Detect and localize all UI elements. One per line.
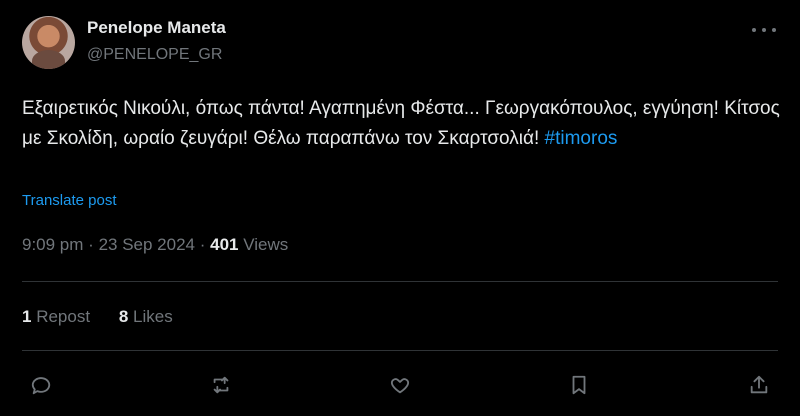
repost-icon-graphic: [213, 376, 229, 394]
more-dot: [762, 28, 766, 32]
reply-icon[interactable]: [26, 370, 56, 400]
reposts-label: Repost: [36, 307, 91, 326]
reply-icon-graphic: [31, 377, 51, 395]
user-handle[interactable]: @PENELOPE_GR: [87, 46, 222, 64]
likes-stat[interactable]: 8 Likes: [119, 307, 173, 327]
display-name[interactable]: Penelope Maneta: [87, 18, 226, 38]
post-date[interactable]: 23 Sep 2024: [99, 235, 195, 254]
more-options-icon[interactable]: [752, 22, 776, 38]
reposts-count: 1: [22, 307, 32, 326]
hashtag-link[interactable]: #timoros: [545, 128, 618, 149]
post-meta: 9:09 pm · 23 Sep 2024 · 401 Views: [22, 235, 288, 255]
bookmark-icon-graphic: [572, 375, 586, 395]
repost-icon[interactable]: [206, 370, 236, 400]
divider: [22, 281, 778, 282]
like-icon-graphic: [390, 378, 410, 394]
reposts-stat[interactable]: 1 Repost: [22, 307, 90, 327]
likes-count: 8: [118, 307, 129, 326]
like-icon[interactable]: [385, 370, 415, 400]
post-stats: 1 Repost 8 Likes: [22, 307, 197, 327]
post-body: Εξαιρετικός Νικούλι, όπως πάντα! Αγαπημέ…: [22, 98, 780, 149]
divider: [22, 350, 778, 351]
post-time[interactable]: 9:09 pm: [22, 235, 83, 254]
more-dot: [752, 28, 756, 32]
translate-post-link[interactable]: Translate post: [22, 192, 117, 209]
views-label: Views: [243, 235, 289, 254]
action-bar: [0, 370, 800, 400]
share-icon-graphic: [750, 375, 768, 394]
more-dot: [772, 28, 776, 32]
meta-separator: ·: [88, 235, 94, 254]
meta-separator: ·: [199, 235, 206, 254]
share-icon[interactable]: [744, 370, 774, 400]
post-text: Εξαιρετικός Νικούλι, όπως πάντα! Αγαπημέ…: [22, 94, 782, 154]
avatar[interactable]: [22, 16, 75, 69]
views-count: 401: [210, 235, 239, 254]
likes-label: Likes: [133, 307, 173, 326]
bookmark-icon[interactable]: [564, 370, 594, 400]
